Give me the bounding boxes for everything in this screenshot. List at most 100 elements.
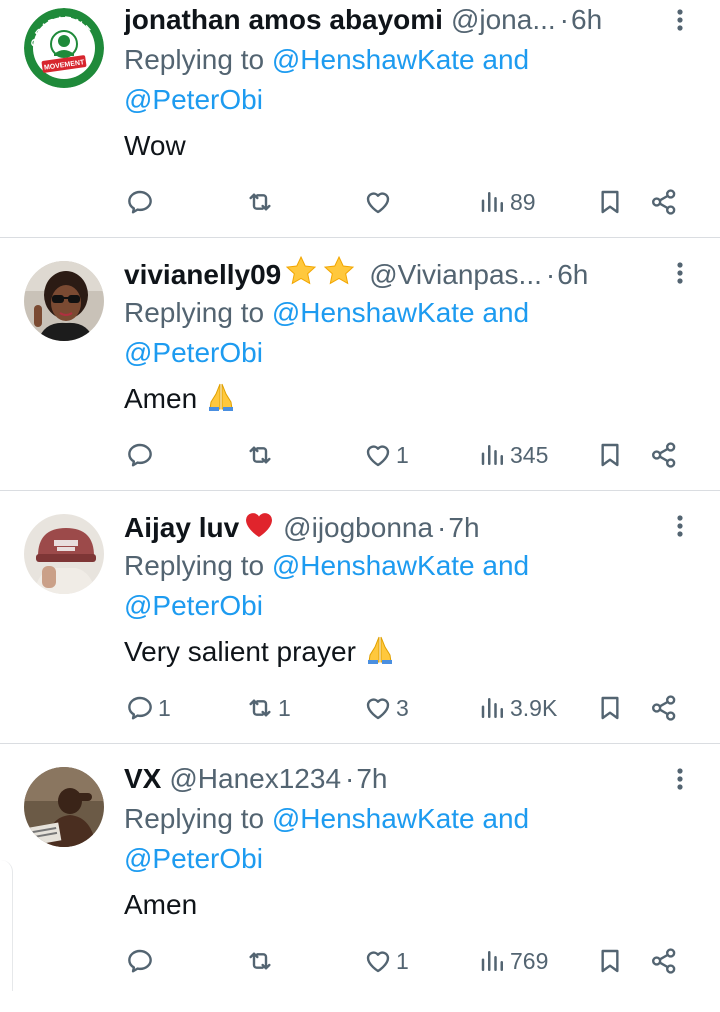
avatar[interactable] [24,514,104,594]
reply-button[interactable] [124,941,158,981]
woman-with-sunglasses-photo-icon [24,261,104,341]
mention-link[interactable]: @PeterObi [124,843,263,874]
tweet-text-content: Wow [124,130,186,161]
user-handle[interactable]: @Vivianpas... [369,259,542,290]
user-handle[interactable]: @Hanex1234 [169,763,341,794]
tweet-header: VX @Hanex1234·7h [124,761,654,797]
tweet-text-content: Amen [124,889,198,920]
tweet-header: jonathan amos abayomi @jona... ·6h [124,2,654,38]
repost-button[interactable]: 1 [244,688,291,728]
folded-hands-emoji-icon [205,380,237,423]
avatar[interactable] [24,767,104,847]
display-name[interactable]: jonathan amos abayomi [124,4,443,35]
replying-to-label: Replying to [124,803,272,834]
timestamp[interactable]: 7h [448,512,479,543]
avatar[interactable] [24,261,104,341]
share-button[interactable] [648,182,680,222]
divider [0,743,720,744]
reply-icon [128,443,152,467]
replying-to: Replying to @HenshawKate and @PeterObi [124,40,664,120]
separator-dot: · [345,763,355,794]
reply-tweet[interactable]: VX @Hanex1234·7h Replying to @HenshawKate… [0,759,720,1012]
tweet-header: Aijay luv @ijogbonna ·7h [124,508,654,544]
more-options-icon[interactable] [668,4,692,36]
person-with-cap-photo-icon [24,514,104,594]
share-button[interactable] [648,941,680,981]
repost-button[interactable] [244,435,278,475]
heart-icon [366,951,390,973]
reply-button[interactable] [124,182,158,222]
timestamp[interactable]: 7h [356,763,387,794]
avatar[interactable]: OBIDIENT MOVEMENT [24,8,104,88]
tweet-text: Amen [124,885,197,925]
mention-link[interactable]: @HenshawKate and [272,803,529,834]
mention-link[interactable]: @PeterObi [124,590,263,621]
tweet-header: vivianelly09 @Vivianpas... ·6h [124,255,654,291]
bookmark-icon [601,696,619,720]
repost-button[interactable] [244,182,278,222]
more-options-icon[interactable] [668,510,692,542]
bookmark-button[interactable] [594,182,626,222]
like-count: 3 [396,694,409,721]
mention-link[interactable]: @PeterObi [124,84,263,115]
more-options-icon[interactable] [668,257,692,289]
bookmark-button[interactable] [594,435,626,475]
views-button[interactable]: 345 [478,435,548,475]
views-button[interactable]: 3.9K [478,688,557,728]
man-relaxing-photo-icon [24,767,104,847]
views-button[interactable]: 769 [478,941,548,981]
user-handle[interactable]: @ijogbonna [283,512,433,543]
views-icon [481,192,503,212]
reply-button[interactable]: 1 [124,688,171,728]
display-name[interactable]: VX [124,763,161,794]
reply-icon [128,949,152,973]
share-icon [652,948,676,974]
separator-dot: · [437,512,447,543]
replying-to-label: Replying to [124,550,272,581]
action-bar: 1 1 3 3.9K [124,688,684,728]
heart-icon [366,445,390,467]
like-button[interactable]: 1 [362,435,409,475]
replying-to: Replying to @HenshawKate and @PeterObi [124,293,664,373]
mention-link[interactable]: @HenshawKate and [272,550,529,581]
like-count: 1 [396,947,409,974]
heart-icon [366,192,390,214]
bookmark-button[interactable] [594,941,626,981]
repost-icon [249,699,271,717]
mention-link[interactable]: @HenshawKate and [272,297,529,328]
reply-tweet[interactable]: OBIDIENT MOVEMENT jonathan amos abayomi @… [0,0,720,253]
obident-movement-logo-icon: OBIDIENT MOVEMENT [24,8,104,88]
reply-tweet[interactable]: vivianelly09 @Vivianpas... ·6h Replying to… [0,253,720,506]
like-count: 1 [396,441,409,468]
views-button[interactable]: 89 [478,182,536,222]
bookmark-icon [601,443,619,467]
reply-tweet[interactable]: Aijay luv @ijogbonna ·7h Replying to @Hens… [0,506,720,759]
mention-link[interactable]: @PeterObi [124,337,263,368]
timestamp[interactable]: 6h [557,259,588,290]
more-options-icon[interactable] [668,763,692,795]
tweet-text: Wow [124,126,186,166]
heart-icon [366,698,390,720]
display-name[interactable]: Aijay luv [124,512,239,543]
mention-link[interactable]: @HenshawKate and [272,44,529,75]
share-icon [652,189,676,215]
display-name[interactable]: vivianelly09 [124,259,281,290]
bookmark-button[interactable] [594,688,626,728]
repost-count: 1 [278,694,291,721]
like-button[interactable] [362,182,396,222]
reply-button[interactable] [124,435,158,475]
reply-count: 1 [158,694,171,721]
repost-button[interactable] [244,941,278,981]
share-button[interactable] [648,688,680,728]
floating-panel-edge [0,860,13,991]
like-button[interactable]: 3 [362,688,409,728]
share-button[interactable] [648,435,680,475]
folded-hands-emoji-icon [364,633,396,676]
like-button[interactable]: 1 [362,941,409,981]
action-bar: 1 769 [124,941,684,981]
user-handle[interactable]: @jona... [451,4,556,35]
replying-to: Replying to @HenshawKate and @PeterObi [124,546,664,626]
tweet-text: Amen [124,379,237,423]
separator-dot: · [559,4,569,35]
timestamp[interactable]: 6h [571,4,602,35]
